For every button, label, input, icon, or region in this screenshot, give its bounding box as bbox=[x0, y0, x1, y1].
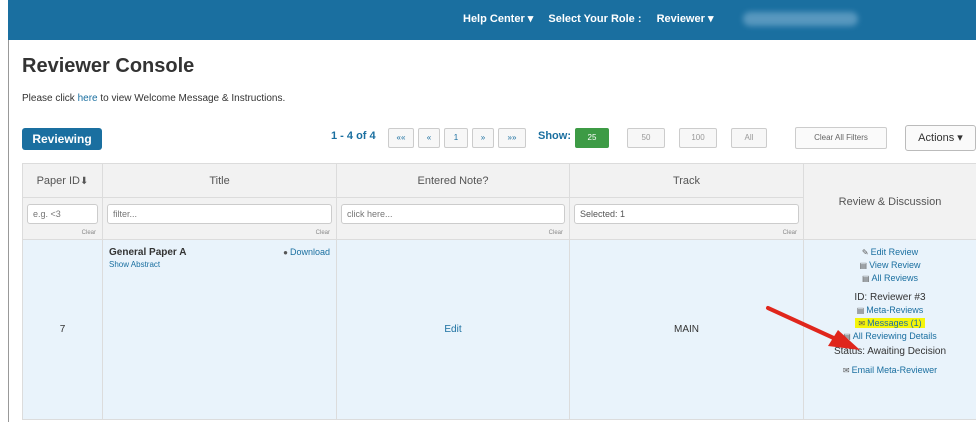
messages-link[interactable]: ✉ Messages (1) bbox=[804, 317, 976, 330]
title-filter-cell: Clear bbox=[102, 197, 337, 240]
message-icon: ✉ bbox=[858, 319, 866, 328]
welcome-link[interactable]: here bbox=[78, 93, 98, 104]
all-reviews-link[interactable]: ▤ All Reviews bbox=[804, 272, 976, 285]
title-filter-input[interactable] bbox=[107, 204, 332, 224]
all-reviews-label: All Reviews bbox=[871, 273, 919, 283]
email-meta-reviewer-link[interactable]: ✉ Email Meta-Reviewer bbox=[804, 364, 976, 377]
clear-note-filter-link[interactable]: Clear bbox=[549, 230, 563, 236]
note-filter-cell: Clear bbox=[336, 197, 570, 240]
status-text: Status: Awaiting Decision bbox=[833, 346, 947, 357]
review-discussion-cell: ✎ Edit Review ▤ View Review ▤ All Reviews I… bbox=[803, 239, 976, 420]
pager-info: 1 - 4 of 4 bbox=[331, 130, 376, 142]
download-link[interactable]: ● Download bbox=[283, 247, 330, 257]
help-center-menu[interactable]: Help Center ▾ bbox=[463, 13, 533, 25]
list-icon: ▤ bbox=[856, 306, 865, 315]
edit-review-label: Edit Review bbox=[870, 247, 919, 257]
messages-label: Messages (1) bbox=[867, 318, 922, 328]
welcome-suffix: to view Welcome Message & Instructions. bbox=[97, 93, 286, 104]
email-meta-reviewer-label: Email Meta-Reviewer bbox=[851, 365, 938, 375]
user-menu-blurred[interactable] bbox=[743, 12, 858, 26]
email-icon: ✉ bbox=[842, 366, 850, 375]
page-size-100-button[interactable]: 100 bbox=[679, 128, 717, 148]
title-cell: General Paper A Show Abstract ● Download bbox=[102, 239, 337, 420]
review-discussion-header: Review & Discussion bbox=[803, 163, 976, 240]
left-border bbox=[8, 40, 9, 422]
clear-paper-id-filter-link[interactable]: Clear bbox=[82, 230, 96, 236]
edit-review-link[interactable]: ✎ Edit Review bbox=[804, 246, 976, 259]
view-review-link[interactable]: ▤ View Review bbox=[804, 259, 976, 272]
actions-dropdown-button[interactable]: Actions ▾ bbox=[905, 125, 976, 151]
note-filter-input[interactable] bbox=[341, 204, 565, 224]
track-filter-select[interactable] bbox=[574, 204, 799, 224]
welcome-prefix: Please click bbox=[22, 93, 78, 104]
list-icon: ▤ bbox=[861, 274, 870, 283]
last-page-button[interactable]: »» bbox=[498, 128, 526, 148]
paper-id-filter-input[interactable] bbox=[27, 204, 98, 224]
track-header[interactable]: Track bbox=[569, 163, 804, 198]
download-icon: ● bbox=[283, 248, 288, 257]
table-row: 7 General Paper A Show Abstract ● Downloa… bbox=[22, 239, 976, 420]
meta-reviews-label: Meta-Reviews bbox=[866, 305, 924, 315]
clear-all-filters-button[interactable]: Clear All Filters bbox=[795, 127, 887, 149]
messages-highlight: ✉ Messages (1) bbox=[855, 318, 925, 328]
entered-note-header[interactable]: Entered Note? bbox=[336, 163, 570, 198]
paper-id-header-label: Paper ID bbox=[36, 174, 81, 187]
edit-icon: ✎ bbox=[861, 248, 869, 257]
entered-note-cell: Edit bbox=[336, 239, 570, 420]
prev-page-button[interactable]: « bbox=[418, 128, 440, 148]
select-role-label: Select Your Role : bbox=[548, 13, 642, 25]
all-reviewing-details-label: All Reviewing Details bbox=[852, 331, 937, 341]
paper-id-header[interactable]: Paper ID⬇ bbox=[22, 163, 103, 198]
first-page-button[interactable]: «« bbox=[388, 128, 414, 148]
paper-id-cell: 7 bbox=[22, 239, 103, 420]
page-title: Reviewer Console bbox=[22, 55, 195, 77]
meta-reviews-link[interactable]: ▤ Meta-Reviews bbox=[804, 304, 976, 317]
page-size-all-button[interactable]: All bbox=[731, 128, 767, 148]
next-page-button[interactable]: » bbox=[472, 128, 494, 148]
reviewing-tab[interactable]: Reviewing bbox=[22, 128, 102, 150]
navbar-menu: Help Center ▾ Select Your Role : Reviewe… bbox=[463, 12, 725, 25]
view-review-label: View Review bbox=[869, 260, 921, 270]
download-label: Download bbox=[289, 247, 330, 257]
welcome-text: Please click here to view Welcome Messag… bbox=[22, 93, 285, 104]
list-icon: ▤ bbox=[859, 261, 868, 270]
track-cell: MAIN bbox=[569, 239, 804, 420]
track-filter-cell: Clear bbox=[569, 197, 804, 240]
title-header[interactable]: Title bbox=[102, 163, 337, 198]
clear-title-filter-link[interactable]: Clear bbox=[316, 230, 330, 236]
sort-down-icon[interactable]: ⬇ bbox=[80, 176, 88, 187]
page-size-50-button[interactable]: 50 bbox=[627, 128, 665, 148]
list-icon: ▤ bbox=[843, 332, 851, 341]
page-size-25-button[interactable]: 25 bbox=[575, 128, 609, 148]
paper-id-filter-cell: Clear bbox=[22, 197, 103, 240]
reviewer-id-text: ID: Reviewer #3 bbox=[854, 292, 926, 303]
top-navbar: Help Center ▾ Select Your Role : Reviewe… bbox=[8, 0, 976, 40]
show-abstract-link[interactable]: Show Abstract bbox=[109, 260, 330, 269]
edit-note-link[interactable]: Edit bbox=[337, 324, 569, 335]
clear-track-filter-link[interactable]: Clear bbox=[783, 230, 797, 236]
all-reviewing-details-link[interactable]: ▤ All Reviewing Details bbox=[804, 330, 976, 343]
role-dropdown[interactable]: Reviewer ▾ bbox=[657, 13, 714, 25]
papers-table: Paper ID⬇ Title Entered Note? Track Revi… bbox=[22, 163, 976, 420]
page-number-button[interactable]: 1 bbox=[444, 128, 468, 148]
show-label: Show: bbox=[538, 130, 571, 142]
